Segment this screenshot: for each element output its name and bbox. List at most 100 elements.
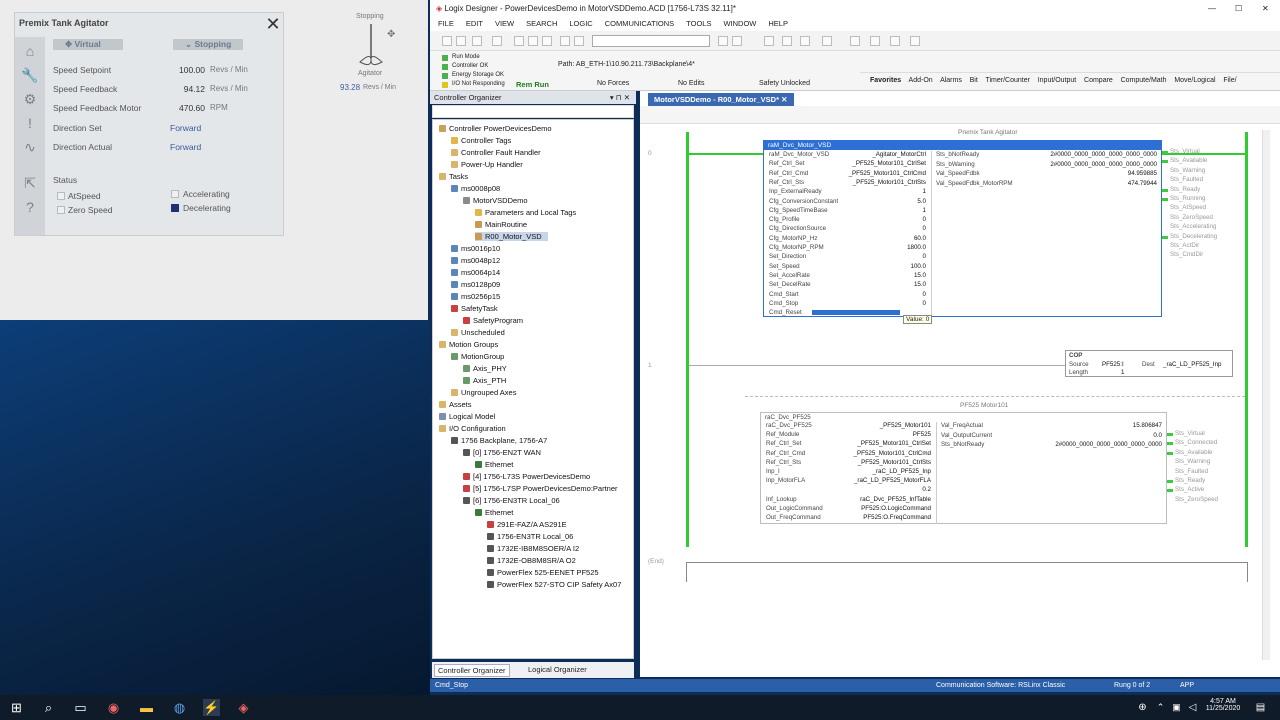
tab-timer[interactable]: Timer/Counter [985,77,1029,84]
pin-value[interactable]: 474.79944 [1128,180,1157,187]
pin-value[interactable]: 0 [923,253,926,260]
aoi-pf525[interactable]: raC_Dvc_PF525 raC_Dvc_PF525 _PF525_Motor1… [760,412,1167,524]
pin-value[interactable]: 2#0000_0000_0000_0000_0000_0000 [1055,441,1162,448]
tree-item[interactable]: SafetyTask [451,304,504,313]
pin-value[interactable]: 0 [923,291,926,298]
pin-icon[interactable]: ▾ ⊓ ✕ [610,91,630,104]
browser-icon[interactable]: ◍ [171,699,188,716]
tree-item[interactable]: Axis_PTH [463,376,512,385]
factorytalk-icon[interactable]: ◈ [235,699,252,716]
pin-value[interactable]: _PF525_Motor101 [880,422,931,429]
tree-item[interactable]: Parameters and Local Tags [475,208,582,217]
close-icon[interactable]: ✕ [262,13,284,35]
tab-favorites[interactable]: Favorites [870,77,901,84]
chevron-up-icon[interactable]: ⌃ [1152,699,1169,716]
tree-item[interactable]: 1756 Backplane, 1756-A7 [451,436,553,445]
tab-alarms[interactable]: Alarms [940,77,962,84]
undo-icon[interactable] [560,36,570,46]
tree-item[interactable]: Axis_PHY [463,364,513,373]
find-icon[interactable] [718,36,728,46]
tab-file[interactable]: File/ [1223,77,1236,84]
direction-set-value[interactable]: Forward [170,123,201,133]
tree-item[interactable]: [0] 1756-EN2T WAN [463,448,547,457]
pin-value[interactable]: 1 [923,207,926,214]
controller-mode[interactable]: Rem Run [516,80,549,89]
pin-value[interactable]: 0.0 [1153,432,1162,439]
pin-value[interactable]: _raC_LD_PF525_MotorFLA [854,477,931,484]
pin-value[interactable]: 15.0 [914,281,926,288]
open-icon[interactable] [456,36,466,46]
pin-value[interactable]: 2#0000_0000_0000_0000_0000_0000 [1050,161,1157,168]
window-icon[interactable] [870,36,880,46]
pin-value[interactable]: 0 [923,216,926,223]
find-next-icon[interactable] [732,36,742,46]
tree-item[interactable]: MainRoutine [475,220,533,229]
notification-icon[interactable]: ▤ [1252,699,1269,716]
maximize-icon[interactable]: ☐ [1235,0,1242,17]
pin-value[interactable]: 0.2 [922,486,931,493]
tree-item[interactable]: ms0128p09 [451,280,506,289]
folder-icon[interactable]: ▬ [138,699,155,716]
tab-compare[interactable]: Compare [1084,77,1113,84]
tree-item[interactable]: [5] 1756-L7SP PowerDevicesDemo:Partner [463,484,624,493]
pin-value[interactable]: _PF525_Motor101_CtrlSts [853,179,926,186]
copy-icon[interactable] [528,36,538,46]
tree-item[interactable]: I/O Configuration [439,424,512,433]
tab-controller-organizer[interactable]: Controller Organizer [434,664,510,677]
tab-math[interactable]: Compute/Math [1121,77,1167,84]
tree-item[interactable]: Motion Groups [439,340,504,349]
window-icon[interactable] [890,36,900,46]
volume-icon[interactable]: ◁ [1184,699,1201,716]
menu-file[interactable]: FILE [438,19,454,28]
tree-item[interactable]: Logical Model [439,412,501,421]
tree-item[interactable]: Ethernet [475,508,519,517]
menu-edit[interactable]: EDIT [466,19,483,28]
pin-value[interactable]: _PF525_Motor101_CtrlSet [852,160,926,167]
aoi-motor-vsd[interactable]: raM_Dvc_Motor_VSD raM_Dvc_Motor_VSD _Agit… [763,140,1162,317]
app-icon[interactable]: ◉ [105,699,122,716]
tree-item[interactable]: Ethernet [475,460,519,469]
pin-value[interactable]: 0 [923,225,926,232]
tree-item[interactable]: PowerFlex 527-STO CIP Safety Ax07 [487,580,627,589]
pin-value[interactable]: 0 [923,300,926,307]
tree-item[interactable]: PowerFlex 525-EENET PF525 [487,568,605,577]
tree-item[interactable]: 291E-FAZ/A AS291E [487,520,573,529]
tree-item[interactable]: Ungrouped Axes [451,388,522,397]
menu-logic[interactable]: LOGIC [569,19,592,28]
tab-bit[interactable]: Bit [970,77,978,84]
task-view-icon[interactable]: ▭ [72,699,89,716]
window-icon[interactable] [850,36,860,46]
search-icon[interactable]: ⌕ [40,699,57,716]
network-icon[interactable]: ⊕ [1134,699,1151,716]
menu-tools[interactable]: TOOLS [686,19,711,28]
online-icon[interactable] [822,36,832,46]
mode-virtual[interactable]: ✥ Virtual [53,39,123,50]
search-combo[interactable] [592,35,710,47]
wrench-icon[interactable]: 🔧 [19,65,41,85]
tree-item[interactable]: [4] 1756-L73S PowerDevicesDemo [463,472,596,481]
tree-item[interactable]: SafetyProgram [463,316,529,325]
redo-icon[interactable] [574,36,584,46]
comm-path[interactable]: Path: AB_ETH-1\10.90.211.73\Backplane\4* [558,61,695,68]
help-icon[interactable]: ? [19,197,41,217]
menu-view[interactable]: VIEW [495,19,514,28]
pin-value[interactable]: 15.0 [914,272,926,279]
tree-item[interactable]: 1732E-IB8M8SOER/A I2 [487,544,585,553]
tree-item[interactable]: Power-Up Handler [451,160,529,169]
tree-item[interactable]: Controller Tags [451,136,517,145]
tree-item[interactable]: MotionGroup [451,352,510,361]
pin-value[interactable]: PF525:O.LogicCommand [861,505,931,512]
cop-instruction[interactable]: COP Source PF525:I Length 1 Dest _raC_LD… [1065,350,1233,377]
gear-icon[interactable]: ⚙ [19,89,41,109]
home-icon[interactable]: ⌂ [19,41,41,61]
cop-dest[interactable]: _raC_LD_PF525_Inp [1163,361,1221,368]
display-icon[interactable]: ▣ [1168,699,1185,716]
menu-window[interactable]: WINDOW [723,19,756,28]
pin-value[interactable]: _raC_LD_PF525_Inp [873,468,931,475]
print-icon[interactable] [492,36,502,46]
tab-addon[interactable]: Add-On [909,77,933,84]
tree-item[interactable]: ms0048p12 [451,256,506,265]
safety-status[interactable]: Safety Unlocked [759,80,810,87]
pin-value[interactable]: 100.0 [911,263,926,270]
cop-length[interactable]: 1 [1121,369,1124,376]
